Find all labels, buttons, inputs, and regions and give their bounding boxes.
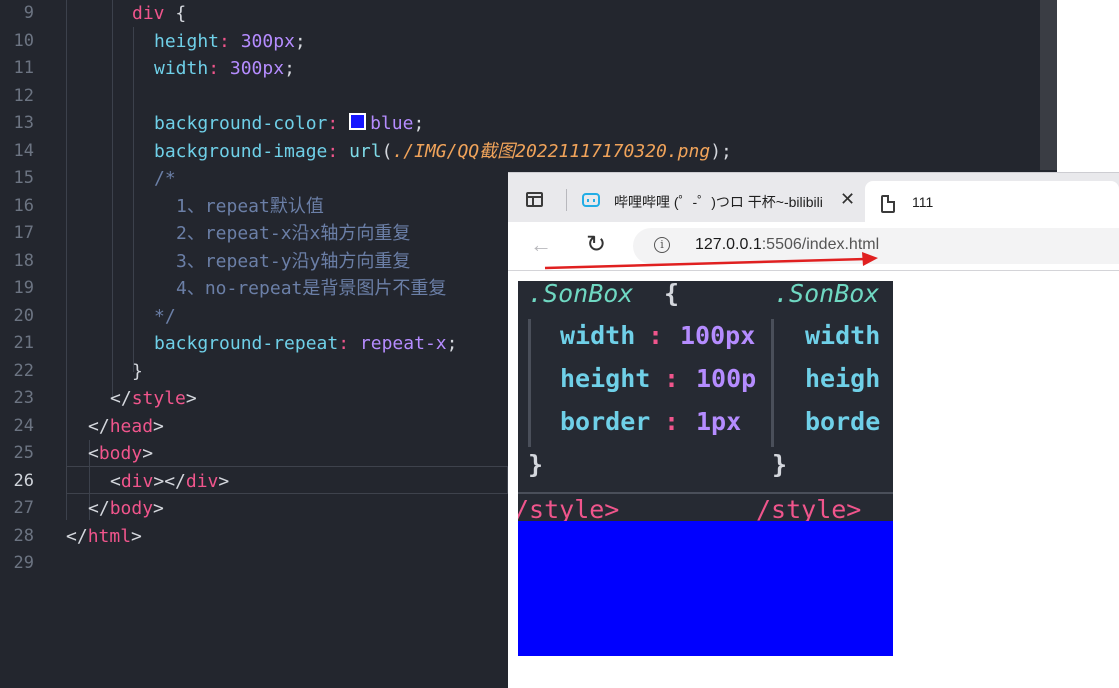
code-line-21: background-repeat: repeat-x; [154, 333, 458, 354]
bilibili-tv-icon [582, 193, 600, 207]
code-line-17: 2、repeat-x沿x轴方向重复 [176, 223, 411, 244]
bg-text: : [664, 364, 680, 393]
indent-guide [66, 0, 67, 520]
code-line-20: */ [154, 305, 176, 327]
bg-text: heigh [805, 364, 881, 393]
info-icon[interactable]: i [654, 237, 670, 253]
color-swatch-icon[interactable] [349, 113, 367, 130]
background-window [1057, 0, 1119, 175]
line-number: 18 [13, 250, 34, 271]
bg-text: width [560, 321, 636, 350]
bg-text: 100p [696, 364, 757, 393]
line-number: 16 [13, 195, 34, 216]
bg-text: } [528, 450, 544, 479]
code-line-10: height: 300px; [154, 30, 306, 52]
browser-toolbar: ← ↻ i 127.0.0.1:5506/index.html [508, 222, 1119, 271]
url-text[interactable]: 127.0.0.1:5506/index.html [695, 236, 879, 254]
rendered-div: .SonBox { width : 100px height : 100p bo… [518, 281, 893, 656]
indent-guide [133, 27, 134, 372]
line-number: 17 [13, 223, 34, 243]
indent-guide [112, 0, 113, 400]
tab-label: 111 [912, 194, 934, 210]
bg-text: width [805, 321, 881, 350]
tab-strip: 哔哩哔哩 (゜-゜)つロ 干杯~-bilibili ✕ 111 [508, 172, 1119, 223]
tab-actions-icon[interactable] [526, 192, 543, 207]
code-line-28: </html> [66, 525, 142, 547]
code-line-16: 1、repeat默认值 [176, 195, 324, 217]
bg-text: 1px [696, 407, 742, 436]
close-icon[interactable]: ✕ [840, 189, 855, 210]
line-number: 10 [13, 30, 34, 51]
background-image: .SonBox { width : 100px height : 100p bo… [518, 281, 893, 521]
bg-text: { [664, 281, 680, 308]
code-line-23: </style> [110, 388, 197, 409]
line-number: 27 [13, 498, 34, 518]
line-number: 11 [13, 58, 34, 78]
bg-text: : [648, 321, 664, 350]
code-line-22: } [132, 360, 143, 382]
line-number: 15 [13, 168, 34, 188]
bg-text: : [664, 407, 680, 436]
browser-window[interactable]: 哔哩哔哩 (゜-゜)つロ 干杯~-bilibili ✕ 111 ← ↻ i 12… [508, 172, 1119, 688]
line-number: 12 [13, 85, 34, 106]
code-line-9: div { [132, 3, 187, 24]
page-viewport: .SonBox { width : 100px height : 100p bo… [508, 271, 1119, 688]
line-number: 23 [13, 388, 34, 408]
line-number: 25 [13, 443, 34, 463]
bg-text: /style> [518, 495, 620, 521]
reload-icon[interactable]: ↻ [586, 230, 606, 259]
tab-bilibili[interactable]: 哔哩哔哩 (゜-゜)つロ 干杯~-bilibili ✕ [572, 185, 862, 219]
back-arrow-icon[interactable]: ← [530, 232, 552, 258]
code-line-26: <div></div> [110, 470, 230, 492]
bg-text: .SonBox [774, 281, 880, 308]
line-number: 21 [13, 333, 34, 353]
address-bar[interactable]: i 127.0.0.1:5506/index.html [633, 228, 1119, 264]
document-icon [881, 195, 895, 213]
divider [566, 189, 567, 211]
line-number: 24 [13, 415, 34, 436]
bg-text: 100px [680, 321, 756, 350]
tab-label: 哔哩哔哩 (゜-゜)つロ 干杯~-bilibili [614, 194, 823, 210]
bg-guide [528, 319, 531, 447]
editor-scrollbar[interactable] [1040, 0, 1057, 170]
line-number: 13 [13, 113, 34, 133]
code-line-27: </body> [88, 498, 164, 519]
code-line-13: background-color: blue; [154, 113, 425, 134]
bg-text: .SonBox [528, 281, 634, 308]
tab-active[interactable]: 111 [865, 181, 1119, 223]
line-number: 20 [13, 305, 34, 326]
line-number: 22 [13, 360, 34, 381]
line-number: 29 [13, 553, 34, 573]
code-line-14: background-image: url(./IMG/QQ截图20221117… [154, 140, 732, 162]
code-line-19: 4、no-repeat是背景图片不重复 [176, 278, 447, 299]
bg-text: borde [805, 407, 881, 436]
line-number-active: 26 [13, 470, 34, 491]
bg-text: height [560, 364, 651, 393]
code-line-18: 3、repeat-y沿y轴方向重复 [176, 250, 411, 272]
bg-text: /style> [756, 495, 862, 521]
line-number: 28 [13, 525, 34, 546]
line-number: 14 [13, 140, 34, 161]
bg-divider [518, 492, 893, 494]
line-number: 19 [13, 278, 34, 298]
code-line-11: width: 300px; [154, 58, 295, 79]
code-line-24: </head> [88, 415, 164, 437]
code-line-25: <body> [88, 443, 154, 464]
bg-text: border [560, 407, 651, 436]
bg-guide [771, 319, 774, 447]
line-number: 9 [23, 3, 34, 23]
line-number-gutter: 9 10 11 12 13 14 15 16 17 18 19 20 21 22… [0, 0, 50, 688]
code-line-15: /* [154, 168, 176, 189]
bg-text: } [772, 450, 788, 479]
